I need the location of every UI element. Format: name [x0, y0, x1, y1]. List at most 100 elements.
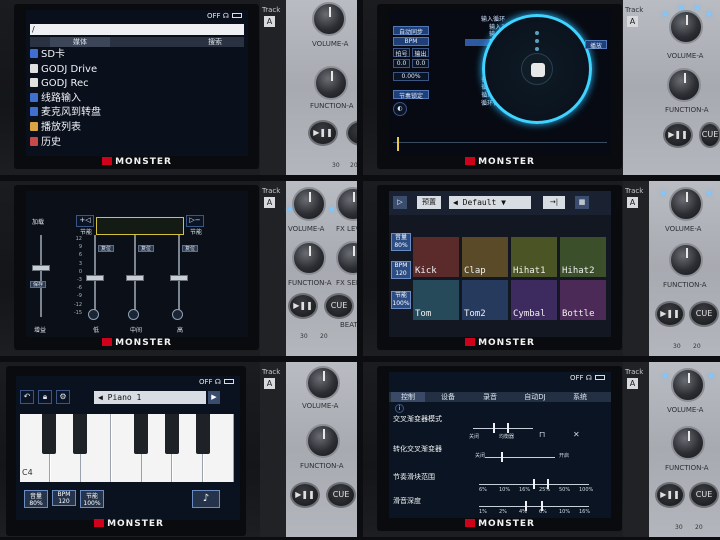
low-kill-button[interactable] — [88, 309, 99, 320]
function-knob[interactable] — [314, 66, 348, 100]
next-arrow-icon[interactable]: ▶ — [208, 391, 220, 404]
list-item[interactable]: 播放列表 — [30, 121, 244, 136]
track-timeline[interactable] — [393, 137, 607, 152]
fader-cap[interactable] — [126, 275, 144, 281]
curve-cross-icon[interactable]: ✕ — [573, 430, 580, 439]
tab-device[interactable]: 设备 — [431, 392, 465, 402]
power-box[interactable]: 节能 100% — [391, 291, 411, 309]
mid-kill-button[interactable] — [128, 309, 139, 320]
back-icon[interactable]: ▷ — [393, 196, 407, 209]
path-field[interactable]: / — [30, 24, 244, 35]
black-key[interactable] — [73, 414, 87, 454]
high-reset-button[interactable]: 复位 — [182, 245, 198, 252]
list-item[interactable]: GODJ Drive — [30, 63, 244, 78]
volume-knob[interactable] — [312, 2, 346, 36]
volume-knob[interactable] — [669, 187, 703, 221]
tab-auto-dj[interactable]: 自动DJ — [513, 392, 557, 402]
cue-button[interactable]: CUE — [699, 122, 720, 148]
lock-icon[interactable]: 🔒︎ — [38, 390, 52, 404]
instrument-selector[interactable]: ◀ Piano 1 — [94, 391, 206, 404]
bpm-sub[interactable]: 输出 — [412, 48, 429, 58]
function-knob[interactable] — [667, 68, 701, 102]
function-knob[interactable] — [306, 424, 340, 458]
cue-button[interactable]: CUE — [689, 482, 719, 508]
list-item[interactable]: 麦克风到转盘 — [30, 106, 244, 121]
right-arrow-icon[interactable]: ▷− — [186, 215, 204, 227]
bpm-box[interactable]: BPM 120 — [52, 490, 76, 506]
function-knob[interactable] — [671, 426, 705, 460]
grid-icon[interactable]: ▦ — [575, 196, 589, 209]
bpm-box[interactable]: BPM 120 — [391, 261, 411, 279]
tab-system[interactable]: 系统 — [563, 392, 597, 402]
slider-handle[interactable] — [493, 423, 495, 433]
black-key[interactable] — [42, 414, 56, 454]
volume-box[interactable]: 音量 80% — [24, 490, 48, 508]
list-item[interactable]: 线路输入 — [30, 92, 244, 107]
fader-cap[interactable] — [86, 275, 104, 281]
fx-select-knob[interactable] — [336, 241, 357, 275]
slider-handle[interactable] — [533, 479, 535, 489]
settings-icon[interactable]: ⚙ — [56, 390, 70, 404]
list-item[interactable]: GODJ Rec — [30, 77, 244, 92]
cue-button[interactable]: CUE — [324, 293, 354, 319]
beat-lock-button[interactable]: 节奏锁定 — [393, 90, 429, 100]
sample-pad[interactable]: Clap — [462, 237, 508, 277]
black-key[interactable] — [165, 414, 179, 454]
guitar-icon[interactable]: ♪ — [192, 490, 220, 508]
sample-pad[interactable]: Tom — [413, 280, 459, 320]
play-pause-button[interactable]: ▶❚❚ — [290, 482, 320, 508]
play-pause-button[interactable]: ▶❚❚ — [663, 122, 693, 148]
info-icon[interactable]: i — [395, 404, 404, 413]
cue-button[interactable] — [346, 120, 357, 146]
power-box[interactable]: 节能 100% — [80, 490, 104, 508]
back-icon[interactable]: ↶ — [20, 390, 34, 404]
tab-recording[interactable]: 录音 — [473, 392, 507, 402]
cue-button[interactable]: CUE — [689, 301, 719, 327]
high-kill-button[interactable] — [172, 309, 183, 320]
cue-button[interactable]: CUE — [326, 482, 356, 508]
menu-item[interactable]: 输入循环 — [465, 16, 505, 24]
volume-knob[interactable] — [671, 368, 705, 402]
volume-knob[interactable] — [306, 366, 340, 400]
invert-crossfader-slider[interactable] — [485, 457, 555, 458]
fader-cap[interactable] — [32, 265, 50, 271]
auto-sync-button[interactable]: 自动同步 — [393, 26, 429, 36]
volume-box[interactable]: 音量 80% — [391, 233, 411, 251]
function-knob[interactable] — [669, 243, 703, 277]
volume-knob[interactable] — [292, 187, 326, 221]
play-mode-button[interactable]: 播放 — [585, 40, 607, 50]
preset-button[interactable]: 预置 — [417, 196, 441, 209]
play-pause-button[interactable]: ▶❚❚ — [655, 482, 685, 508]
sample-pad[interactable]: Cymbal — [511, 280, 557, 320]
tab-control[interactable]: 控制 — [391, 392, 425, 402]
save-button[interactable]: 保存 — [30, 281, 46, 288]
sample-pad[interactable]: Tom2 — [462, 280, 508, 320]
list-item[interactable]: SD卡 — [30, 48, 244, 63]
bend-depth-slider[interactable] — [479, 506, 589, 507]
left-arrow-icon[interactable]: +◁ — [76, 215, 94, 227]
sample-pad[interactable]: Hihat1 — [511, 237, 557, 277]
list-item[interactable]: 历史 — [30, 136, 244, 151]
sample-pad[interactable]: Bottle — [560, 280, 606, 320]
mid-reset-button[interactable]: 复位 — [138, 245, 154, 252]
play-pause-button[interactable]: ▶❚❚ — [308, 120, 338, 146]
curve-flat-icon[interactable]: ⊓ — [539, 430, 545, 439]
bpm-mode[interactable]: 拍号 — [393, 48, 410, 58]
function-knob[interactable] — [292, 241, 326, 275]
play-pause-button[interactable]: ▶❚❚ — [288, 293, 318, 319]
black-key[interactable] — [196, 414, 210, 454]
tab-search[interactable]: 搜索 — [190, 37, 240, 47]
fx-level-knob[interactable] — [336, 187, 357, 221]
play-pause-button[interactable]: ▶❚❚ — [655, 301, 685, 327]
tab-media[interactable]: 媒体 — [50, 37, 110, 47]
preset-selector[interactable]: ◀ Default ▼ — [449, 196, 531, 209]
slider-handle[interactable] — [507, 423, 509, 433]
fader-cap[interactable] — [170, 275, 188, 281]
slider-handle[interactable] — [501, 452, 503, 462]
black-key[interactable] — [134, 414, 148, 454]
volume-knob[interactable] — [669, 10, 703, 44]
sample-pad[interactable]: Hihat2 — [560, 237, 606, 277]
low-reset-button[interactable]: 复位 — [98, 245, 114, 252]
sample-pad[interactable]: Kick — [413, 237, 459, 277]
jog-wheel[interactable] — [482, 14, 592, 124]
